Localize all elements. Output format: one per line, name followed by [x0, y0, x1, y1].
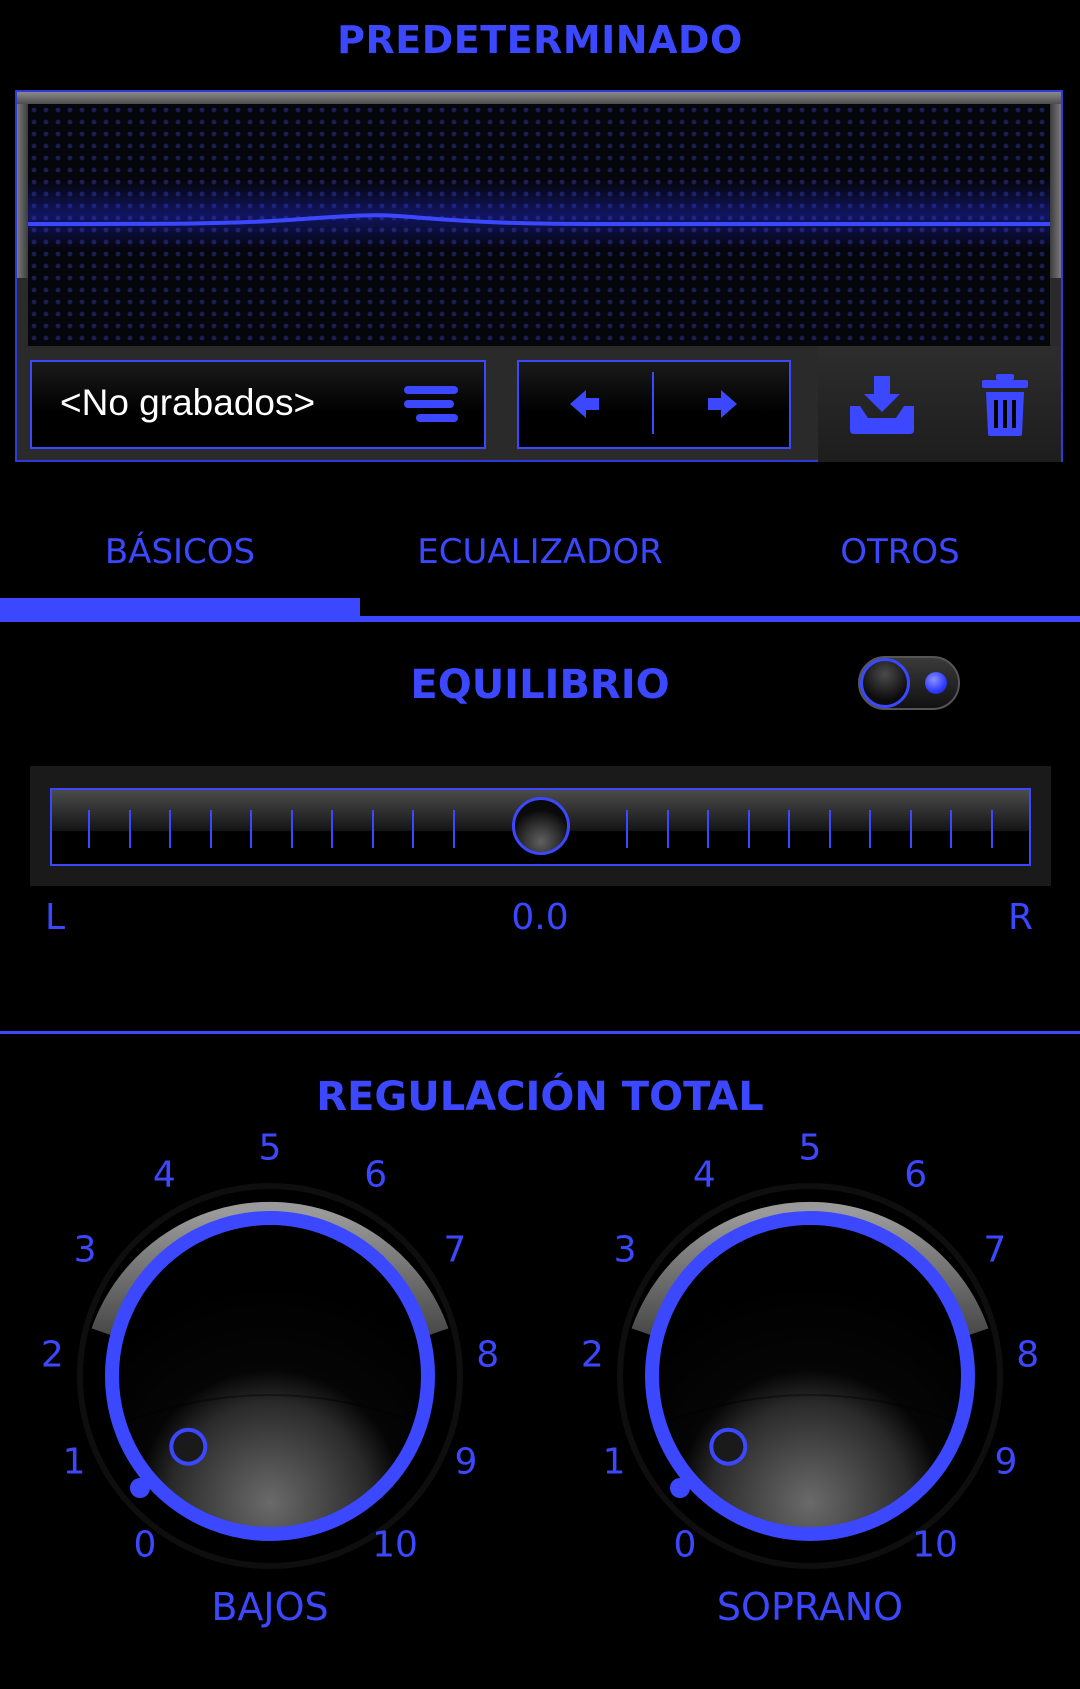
eq-curve: [28, 213, 1050, 226]
balance-value: 0.0: [511, 897, 569, 938]
dial-number: 1: [602, 1441, 626, 1483]
trash-icon: [982, 374, 1028, 436]
dial-number: 10: [912, 1524, 958, 1566]
dial-number: 2: [580, 1334, 604, 1376]
slider-tick: [990, 810, 993, 848]
slider-tick: [250, 810, 252, 848]
slider-tick: [128, 810, 131, 848]
knob-label: SOPRANO: [716, 1585, 904, 1629]
panel-top-bezel: [17, 92, 1061, 104]
panel-left-bezel: [17, 104, 28, 278]
dial-number: 8: [476, 1334, 500, 1376]
slider-tick: [169, 810, 171, 848]
next-preset-button[interactable]: [660, 374, 780, 434]
panel-right-bezel: [1050, 104, 1061, 278]
dial-number: 1: [62, 1441, 86, 1483]
dial-number: 4: [152, 1154, 176, 1196]
slider-tick: [666, 810, 669, 848]
tab-basicos[interactable]: BÁSICOS: [0, 532, 360, 572]
dial-number: 9: [454, 1441, 478, 1483]
dial-number: 9: [994, 1441, 1018, 1483]
toggle-led-icon: [925, 672, 947, 694]
knob-soprano[interactable]: [610, 1176, 1010, 1576]
slider-tick: [626, 810, 628, 848]
balance-slider-thumb[interactable]: [511, 797, 570, 855]
dial-number: 0: [133, 1524, 157, 1566]
slider-tick: [371, 810, 374, 848]
dial-number: 5: [258, 1127, 282, 1169]
dial-number: 0: [673, 1524, 697, 1566]
slider-tick: [788, 810, 790, 848]
slider-tick: [290, 810, 293, 848]
slider-tick: [869, 810, 871, 848]
balance-right-label: R: [1008, 897, 1034, 938]
dial-number: 3: [613, 1229, 637, 1271]
slider-tick: [828, 810, 831, 848]
dial-number: 7: [443, 1229, 467, 1271]
dial-number: 3: [73, 1229, 97, 1271]
save-preset-button[interactable]: [846, 372, 918, 438]
nav-divider: [652, 372, 654, 434]
download-save-icon: [850, 376, 914, 434]
dial-number: 6: [904, 1154, 928, 1196]
prev-preset-button[interactable]: [540, 374, 650, 434]
preset-title: PREDETERMINADO: [337, 18, 743, 62]
tab-underline: [0, 616, 1080, 622]
slider-tick: [950, 810, 952, 848]
arrow-left-icon: [570, 390, 599, 418]
tab-otros[interactable]: OTROS: [720, 532, 1080, 572]
knob-label: BAJOS: [211, 1585, 329, 1629]
slider-tick: [209, 810, 212, 848]
active-tab-indicator: [0, 598, 360, 618]
slider-tick: [909, 810, 912, 848]
list-menu-icon[interactable]: [404, 386, 458, 426]
slider-tick: [747, 810, 750, 848]
toggle-knob: [860, 658, 910, 708]
regulation-title: REGULACIÓN TOTAL: [316, 1074, 764, 1120]
arrow-right-icon: [708, 390, 737, 418]
dial-number: 4: [692, 1154, 716, 1196]
slider-tick: [452, 810, 455, 848]
dial-number: 6: [364, 1154, 388, 1196]
dial-number: 7: [983, 1229, 1007, 1271]
dial-number: 5: [798, 1127, 822, 1169]
slider-tick: [331, 810, 333, 848]
tab-ecualizador[interactable]: ECUALIZADOR: [360, 532, 720, 572]
knob-indicator: [169, 1427, 208, 1466]
slider-tick: [707, 810, 709, 848]
dial-number: 10: [372, 1524, 418, 1566]
dial-number: 8: [1016, 1334, 1040, 1376]
delete-preset-button[interactable]: [978, 372, 1032, 438]
slider-tick: [412, 810, 414, 848]
slider-tick: [88, 810, 90, 848]
preset-value: <No grabados>: [60, 382, 316, 423]
section-divider: [0, 1031, 1080, 1034]
knob-bajos[interactable]: [70, 1176, 470, 1576]
knob-indicator: [709, 1427, 748, 1466]
dial-number: 2: [40, 1334, 64, 1376]
